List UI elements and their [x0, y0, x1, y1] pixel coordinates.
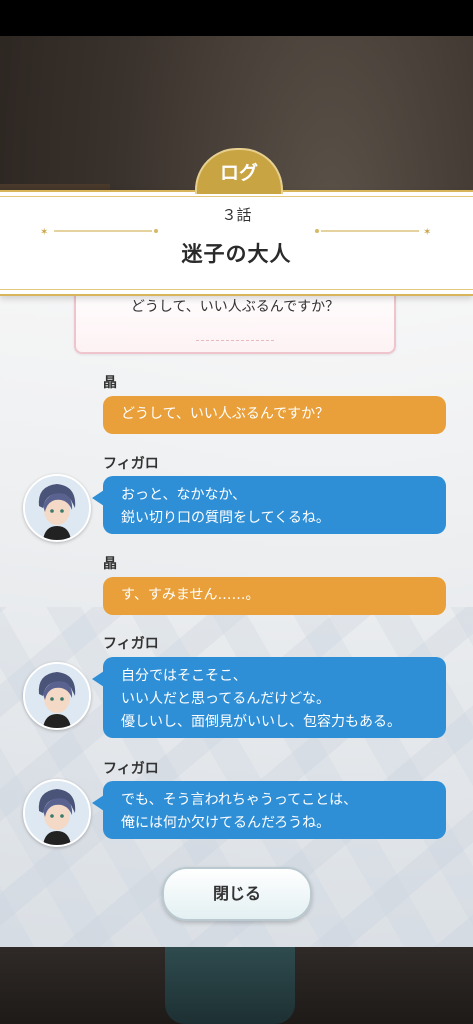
speaker-name: フィガロ — [103, 456, 159, 472]
player-message-bubble: す、すみません……。 — [103, 577, 446, 615]
message-line: 鋭い切り口の質問をしてくるね。 — [121, 510, 330, 526]
npc-message-bubble: 自分ではそこそこ、 いい人だと思ってるんだけどな。 優しいし、面倒見がいいし、包… — [92, 657, 446, 738]
message-line: 俺には何か欠けてるんだろうね。 — [121, 815, 331, 831]
figaro-avatar-icon — [23, 474, 91, 542]
episode-title: 迷子の大人 — [181, 242, 292, 266]
player-message-bubble: どうして、いい人ぶるんですか？ — [103, 396, 446, 434]
message-line: いい人だと思ってるんだけどな。 — [121, 691, 331, 707]
svg-text:✶: ✶ — [40, 227, 48, 237]
choice-text: どうして、いい人ぶるんですか？ — [130, 299, 340, 315]
status-bar — [0, 0, 473, 36]
speaker-name: フィガロ — [103, 636, 159, 652]
message-line: 優しいし、面倒見がいいし、包容力もある。 — [121, 714, 401, 730]
npc-message-bubble: おっと、なかなか、 鋭い切り口の質問をしてくるね。 — [92, 476, 446, 534]
choice-card-ornament — [196, 340, 274, 345]
figaro-avatar-icon — [23, 662, 91, 730]
background-character — [165, 947, 295, 1024]
header-rule-bottom — [0, 289, 473, 290]
message-line: おっと、なかなか、 — [121, 487, 247, 503]
figaro-avatar-icon — [23, 779, 91, 847]
svg-text:✶: ✶ — [423, 227, 431, 237]
message-line: す、すみません……。 — [121, 587, 260, 603]
speaker-name: 晶 — [103, 375, 117, 391]
message-line: 自分ではそこそこ、 — [121, 668, 247, 684]
close-button[interactable]: 閉じる — [162, 867, 312, 921]
message-line: でも、そう言われちゃうってことは、 — [121, 792, 358, 808]
message-line: どうして、いい人ぶるんですか？ — [121, 406, 330, 422]
header-rule-top — [0, 196, 473, 197]
speaker-name: フィガロ — [103, 761, 159, 777]
episode-label: ３話 — [221, 206, 252, 224]
ornament-left-icon: ✶ — [40, 225, 160, 237]
speaker-name: 晶 — [103, 556, 117, 572]
ornament-right-icon: ✶ — [313, 225, 433, 237]
npc-message-bubble: でも、そう言われちゃうってことは、 俺には何か欠けてるんだろうね。 — [92, 781, 446, 839]
log-header: ３話 ✶ ✶ 迷子の大人 — [0, 190, 473, 296]
